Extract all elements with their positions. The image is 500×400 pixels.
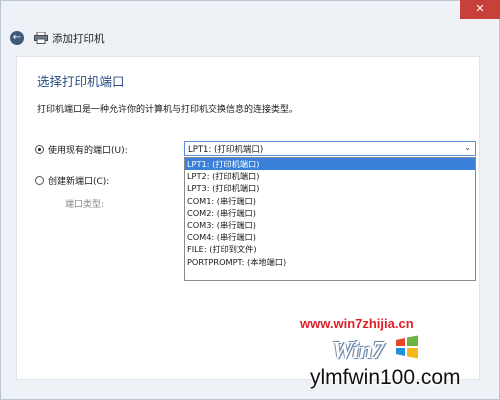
window-title: 添加打印机 xyxy=(52,33,105,45)
page-title: 选择打印机端口 xyxy=(37,74,125,89)
back-button[interactable]: ← xyxy=(10,31,24,45)
dropdown-item[interactable]: COM4: (串行端口) xyxy=(185,231,475,243)
dropdown-item[interactable]: PORTPROMPT: (本地端口) xyxy=(185,256,475,268)
dropdown-item[interactable]: COM3: (串行端口) xyxy=(185,219,475,231)
site-watermark: ylmfwin100.com xyxy=(310,366,461,389)
printer-icon xyxy=(34,32,48,44)
chevron-down-icon: ⌄ xyxy=(464,143,471,152)
dropdown-item[interactable]: LPT3: (打印机端口) xyxy=(185,182,475,194)
dropdown-item[interactable]: COM1: (串行端口) xyxy=(185,195,475,207)
create-new-port-option[interactable]: 创建新端口(C): xyxy=(35,173,109,187)
existing-port-select[interactable]: LPT1: (打印机端口) ⌄ xyxy=(184,141,476,156)
dropdown-item[interactable]: FILE: (打印到文件) xyxy=(185,243,475,255)
watermark-logo: Win7 xyxy=(332,338,385,364)
create-new-port-radio[interactable] xyxy=(35,175,44,185)
port-type-label: 端口类型: xyxy=(65,200,105,210)
page-description: 打印机端口是一种允许你的计算机与打印机交换信息的连接类型。 xyxy=(37,105,299,115)
use-existing-port-label: 使用现有的端口(U): xyxy=(48,145,128,156)
close-icon: ✕ xyxy=(475,2,485,15)
port-dropdown-list[interactable]: LPT1: (打印机端口) LPT2: (打印机端口) LPT3: (打印机端口… xyxy=(184,157,476,281)
close-button[interactable]: ✕ xyxy=(460,0,500,19)
title-bar: ✕ xyxy=(0,0,500,22)
dropdown-item[interactable]: COM2: (串行端口) xyxy=(185,207,475,219)
windows-flag-icon xyxy=(396,335,418,359)
content-panel: 选择打印机端口 打印机端口是一种允许你的计算机与打印机交换信息的连接类型。 使用… xyxy=(16,56,480,380)
dropdown-item[interactable]: LPT2: (打印机端口) xyxy=(185,170,475,182)
use-existing-port-radio[interactable] xyxy=(35,144,44,154)
existing-port-selected-value: LPT1: (打印机端口) xyxy=(188,145,264,155)
use-existing-port-option[interactable]: 使用现有的端口(U): xyxy=(35,142,128,156)
back-arrow-icon: ← xyxy=(12,32,22,43)
dropdown-item[interactable]: LPT1: (打印机端口) xyxy=(185,158,475,171)
navigation-bar: ← 添加打印机 xyxy=(0,26,500,56)
create-new-port-label: 创建新端口(C): xyxy=(48,176,110,187)
watermark-url: www.win7zhijia.cn xyxy=(300,316,414,331)
